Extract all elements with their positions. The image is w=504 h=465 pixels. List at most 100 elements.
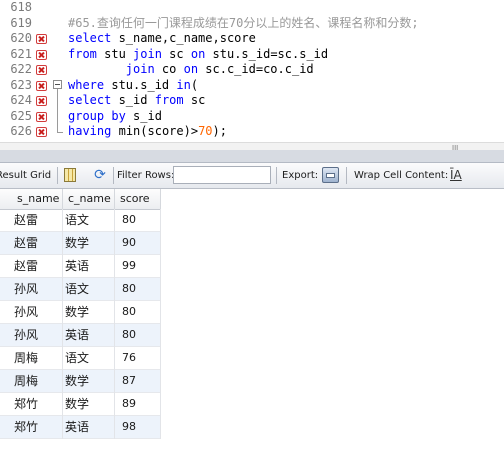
code-token: join — [125, 62, 155, 76]
c-name-cell[interactable]: 数学 — [63, 232, 115, 255]
score-cell[interactable]: 87 — [115, 370, 161, 393]
code-token: s_name,c_name,score — [111, 31, 256, 45]
c-name-cell[interactable]: 语文 — [63, 278, 115, 301]
grid-view-icon[interactable] — [64, 168, 76, 182]
code-token: group by — [68, 108, 126, 123]
line-number: 623 — [10, 77, 32, 92]
s-name-cell[interactable]: 周梅 — [12, 370, 63, 393]
editor-line[interactable]: 625 group by s_id — [0, 109, 504, 125]
export-icon[interactable] — [322, 167, 339, 183]
breakpoint-icon[interactable] — [36, 127, 47, 137]
editor-line[interactable]: 618 — [0, 0, 504, 16]
code-token: ); — [212, 124, 227, 138]
c-name-cell[interactable]: 英语 — [63, 255, 115, 278]
code-token: from — [68, 46, 97, 61]
code-text[interactable]: select s_name,c_name,score — [68, 31, 256, 47]
filter-rows-input[interactable] — [173, 166, 271, 184]
s-name-cell[interactable]: 孙风 — [12, 301, 63, 324]
column-header-s-name[interactable]: s_name — [12, 189, 63, 209]
result-grid-tab-label[interactable]: Result Grid — [0, 163, 51, 188]
c-name-cell[interactable]: 语文 — [63, 347, 115, 370]
table-row[interactable]: 赵雷 英语 99 — [0, 255, 161, 278]
score-cell[interactable]: 80 — [115, 324, 161, 347]
column-header-score[interactable]: score — [115, 189, 161, 209]
code-text[interactable]: #65.查询任何一门课程成绩在70分以上的姓名、课程名称和分数; — [68, 16, 419, 32]
table-row[interactable]: 赵雷 数学 90 — [0, 232, 161, 255]
s-name-cell[interactable]: 赵雷 — [12, 255, 63, 278]
c-name-cell[interactable]: 数学 — [63, 393, 115, 416]
table-row[interactable]: 孙风 数学 80 — [0, 301, 161, 324]
score-cell[interactable]: 89 — [115, 393, 161, 416]
editor-line[interactable]: 619 #65.查询任何一门课程成绩在70分以上的姓名、课程名称和分数; — [0, 16, 504, 32]
table-row[interactable]: 孙风 英语 80 — [0, 324, 161, 347]
code-token: co — [154, 62, 184, 76]
table-row[interactable]: 郑竹 数学 89 — [0, 393, 161, 416]
code-token: in — [176, 77, 191, 92]
code-token: stu.s_id=sc.s_id — [205, 46, 329, 61]
table-row[interactable]: 孙风 语文 80 — [0, 278, 161, 301]
score-cell[interactable]: 80 — [115, 301, 161, 324]
table-row[interactable]: 郑竹 英语 98 — [0, 416, 161, 439]
code-token: join — [133, 46, 162, 61]
sql-editor[interactable]: 618 619 #65.查询任何一门课程成绩在70分以上的姓名、课程名称和分数; 62… — [0, 0, 504, 150]
editor-line[interactable]: 622 join co on sc.c_id=co.c_id — [0, 62, 504, 78]
editor-line[interactable]: 624 select s_id from sc — [0, 93, 504, 109]
wrap-text-icon[interactable]: ĪA — [450, 167, 462, 183]
breakpoint-icon[interactable] — [36, 49, 47, 60]
score-cell[interactable]: 98 — [115, 416, 161, 439]
code-token: s_id — [125, 108, 162, 123]
wrap-cell-content-label: Wrap Cell Content: — [354, 170, 449, 181]
table-row[interactable]: 周梅 数学 87 — [0, 370, 161, 393]
c-name-cell[interactable]: 数学 — [63, 301, 115, 324]
s-name-cell[interactable]: 郑竹 — [12, 416, 63, 439]
table-row[interactable]: 赵雷 语文 80 — [0, 209, 161, 232]
c-name-cell[interactable]: 英语 — [63, 324, 115, 347]
score-cell[interactable]: 99 — [115, 255, 161, 278]
line-number: 622 — [10, 62, 32, 76]
code-token: s_id — [111, 93, 155, 107]
c-name-cell[interactable]: 语文 — [63, 209, 115, 232]
grid-header-row: s_name c_name score — [0, 189, 161, 210]
toolbar-separator — [57, 167, 58, 184]
code-text[interactable]: where stu.s_id in( — [68, 78, 198, 94]
code-token: stu — [96, 46, 134, 61]
score-cell[interactable]: 80 — [115, 278, 161, 301]
breakpoint-icon[interactable] — [36, 111, 47, 122]
code-text[interactable]: select s_id from sc — [68, 93, 205, 109]
line-number: 626 — [10, 124, 32, 138]
s-name-cell[interactable]: 孙风 — [12, 278, 63, 301]
s-name-cell[interactable]: 赵雷 — [12, 209, 63, 232]
column-header-c-name[interactable]: c_name — [63, 189, 115, 209]
breakpoint-icon[interactable] — [36, 96, 47, 106]
score-cell[interactable]: 76 — [115, 347, 161, 370]
score-cell[interactable]: 90 — [115, 232, 161, 255]
fold-collapse-icon[interactable] — [53, 79, 62, 89]
s-name-cell[interactable]: 赵雷 — [12, 232, 63, 255]
c-name-cell[interactable]: 英语 — [63, 416, 115, 439]
code-token: stu.s_id — [104, 77, 177, 92]
line-number: 625 — [10, 108, 32, 123]
code-text[interactable]: from stu join sc on stu.s_id=sc.s_id — [68, 47, 328, 63]
code-text[interactable]: join co on sc.c_id=co.c_id — [68, 62, 314, 78]
s-name-cell[interactable]: 孙风 — [12, 324, 63, 347]
editor-line[interactable]: 621 from stu join sc on stu.s_id=sc.s_id — [0, 47, 504, 63]
refresh-icon[interactable]: ⟳ — [92, 168, 108, 182]
code-token: on — [183, 62, 199, 76]
editor-line[interactable]: 623 where stu.s_id in( — [0, 78, 504, 94]
c-name-cell[interactable]: 数学 — [63, 370, 115, 393]
code-text[interactable]: having min(score)>70); — [68, 124, 227, 140]
breakpoint-icon[interactable] — [36, 80, 47, 91]
code-token: sc — [161, 46, 191, 61]
code-text[interactable]: group by s_id — [68, 109, 162, 125]
export-label: Export: — [282, 170, 319, 181]
breakpoint-icon[interactable] — [36, 65, 47, 75]
editor-line[interactable]: 626 having min(score)>70); — [0, 124, 504, 140]
line-number: 619 — [10, 15, 32, 30]
table-row[interactable]: 周梅 语文 76 — [0, 347, 161, 370]
breakpoint-icon[interactable] — [36, 34, 47, 44]
s-name-cell[interactable]: 郑竹 — [12, 393, 63, 416]
editor-line[interactable]: 620 select s_name,c_name,score — [0, 31, 504, 47]
score-cell[interactable]: 80 — [115, 209, 161, 232]
s-name-cell[interactable]: 周梅 — [12, 347, 63, 370]
code-token: #65.查询任何一门课程成绩在70分以上的姓名、课程名称和分数; — [68, 15, 419, 30]
